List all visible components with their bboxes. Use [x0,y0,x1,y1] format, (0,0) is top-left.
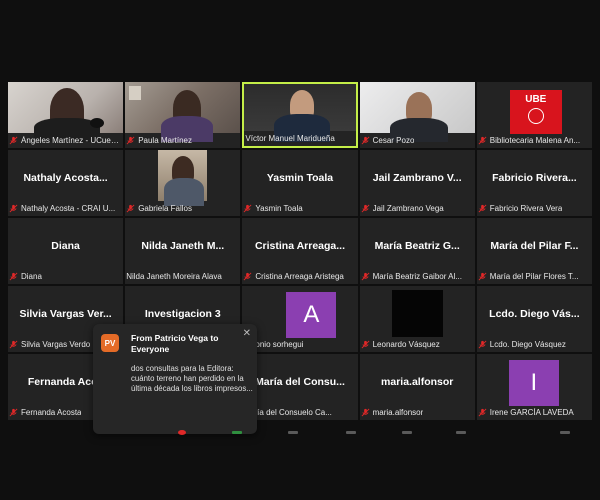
chat-unread-badge [178,430,186,435]
participant-tile[interactable]: Leonardo Vásquez [359,286,475,352]
participant-name-label: Jail Zambrano Vega [361,202,474,215]
participant-name-label: Cesar Pozo [361,134,474,147]
meeting-toolbar [0,428,600,440]
participant-tile[interactable]: I Irene GARCÍA LAVEDA [476,354,592,420]
participant-name-label: Víctor Manuel Maridueña [245,134,335,143]
chat-notification[interactable]: PV From Patricio Vega to Everyone ✕ dos … [93,324,257,434]
participant-name-label: María del Pilar Flores T... [478,270,591,283]
sender-avatar: PV [101,334,119,352]
mic-muted-icon [9,204,18,213]
participant-display-name: María Beatriz G... [374,240,460,252]
toolbar-button[interactable] [560,431,570,434]
participant-tile[interactable]: Nilda Janeth M... Nilda Janeth Moreira A… [125,218,241,284]
participant-tile-active-speaker[interactable]: Víctor Manuel Maridueña [242,82,358,148]
mic-muted-icon [243,204,252,213]
participant-name-label: María Beatriz Gaibor Al... [361,270,474,283]
participant-display-name: Diana [51,240,80,252]
mic-muted-icon [361,136,370,145]
participant-name-label: Nilda Janeth Moreira Alava [126,272,222,281]
toolbar-button[interactable] [346,431,356,434]
participant-name-label: Antonio sorhegui [243,340,304,349]
crest-icon [527,108,544,124]
participant-name-label: Cristina Arreaga Aristega [243,270,356,283]
participant-display-name: maria.alfonsor [381,376,454,388]
participant-tile[interactable]: Ángeles Martínez - UCuenc... [8,82,124,148]
participant-name-label: Ángeles Martínez - UCuenc... [9,134,122,147]
participant-tile[interactable]: Gabriela Fallos [125,150,241,216]
mic-muted-icon [361,340,370,349]
participant-tile[interactable]: Jail Zambrano V... Jail Zambrano Vega [359,150,475,216]
participant-tile[interactable]: UBE Bibliotecaria Malena An... [476,82,592,148]
participant-tile[interactable]: Cesar Pozo [359,82,475,148]
video-feed [158,150,208,206]
close-icon[interactable]: ✕ [243,328,251,339]
participant-display-name: María del Consu... [255,376,345,388]
participant-name-label: maria.alfonsor [361,406,474,419]
participant-name-label: Lcdo. Diego Vásquez [478,338,591,351]
participant-name-label: Leonardo Vásquez [361,338,474,351]
chat-notification-message: dos consultas para la Editora: cuánto te… [131,364,253,393]
participant-tile[interactable]: Fabricio Rivera... Fabricio Rivera Vera [476,150,592,216]
mic-muted-icon [478,136,487,145]
participant-tile[interactable]: A Antonio sorhegui [242,286,358,352]
participant-tile[interactable]: Diana Diana [8,218,124,284]
video-feed [359,82,475,142]
video-feed [125,82,241,142]
participant-tile[interactable]: Yasmin Toala Yasmin Toala [242,150,358,216]
mic-muted-icon [126,204,135,213]
mic-muted-icon [9,272,18,281]
chat-notification-title: From Patricio Vega to Everyone [131,333,219,354]
participant-display-name: Yasmin Toala [266,172,334,184]
participant-tile[interactable]: Cristina Arreaga... Cristina Arreaga Ari… [242,218,358,284]
participant-display-name: Investigacion 3 [144,308,221,320]
toolbar-button[interactable] [456,431,466,434]
participant-name-label: Diana [9,270,122,283]
toolbar-button[interactable] [232,431,242,434]
participant-display-name: Jail Zambrano V... [372,172,462,184]
participant-display-name: Lcdo. Diego Vás... [489,308,580,320]
avatar: A [286,292,337,338]
participant-tile[interactable]: María del Pilar F... María del Pilar Flo… [476,218,592,284]
video-feed [244,84,356,142]
mic-muted-icon [361,204,370,213]
mic-muted-icon [243,272,252,281]
participant-tile[interactable]: maria.alfonsor maria.alfonsor [359,354,475,420]
participant-display-name: Cristina Arreaga... [254,240,346,252]
participant-name-label: Nathaly Acosta - CRAI U... [9,202,122,215]
participant-name-label: Gabriela Fallos [126,202,239,215]
participant-tile[interactable]: Nathaly Acosta... Nathaly Acosta - CRAI … [8,150,124,216]
mic-muted-icon [9,408,18,417]
toolbar-button[interactable] [402,431,412,434]
participant-display-name: Nilda Janeth M... [141,240,225,252]
participant-name-label: Fabricio Rivera Vera [478,202,591,215]
mic-muted-icon [9,340,18,349]
avatar: I [508,360,559,406]
mic-muted-icon [361,272,370,281]
participant-name-label: Bibliotecaria Malena An... [478,134,591,147]
mic-muted-icon [361,408,370,417]
video-feed [391,290,443,337]
mic-muted-icon [9,136,18,145]
participant-display-name: Silvia Vargas Ver... [19,308,112,320]
mic-muted-icon [478,408,487,417]
ube-logo: UBE [509,90,562,134]
mic-muted-icon [126,136,135,145]
participant-tile[interactable]: Paula Martínez [125,82,241,148]
participant-name-label: Yasmin Toala [243,202,356,215]
mic-muted-icon [478,204,487,213]
participant-display-name: Fabricio Rivera... [492,172,577,184]
mic-muted-icon [478,340,487,349]
participant-tile[interactable]: Lcdo. Diego Vás... Lcdo. Diego Vásquez [476,286,592,352]
participant-display-name: Nathaly Acosta... [23,172,108,184]
participant-tile[interactable]: María Beatriz G... María Beatriz Gaibor … [359,218,475,284]
participant-tile[interactable]: María del Consu... María del Consuelo Ca… [242,354,358,420]
participant-name-label: Paula Martínez [126,134,239,147]
video-feed [8,82,124,142]
participant-name-label: Irene GARCÍA LAVEDA [478,406,591,419]
participant-name-label: María del Consuelo Ca... [243,408,332,417]
toolbar-button[interactable] [288,431,298,434]
mic-muted-icon [478,272,487,281]
participant-display-name: María del Pilar F... [490,240,579,252]
